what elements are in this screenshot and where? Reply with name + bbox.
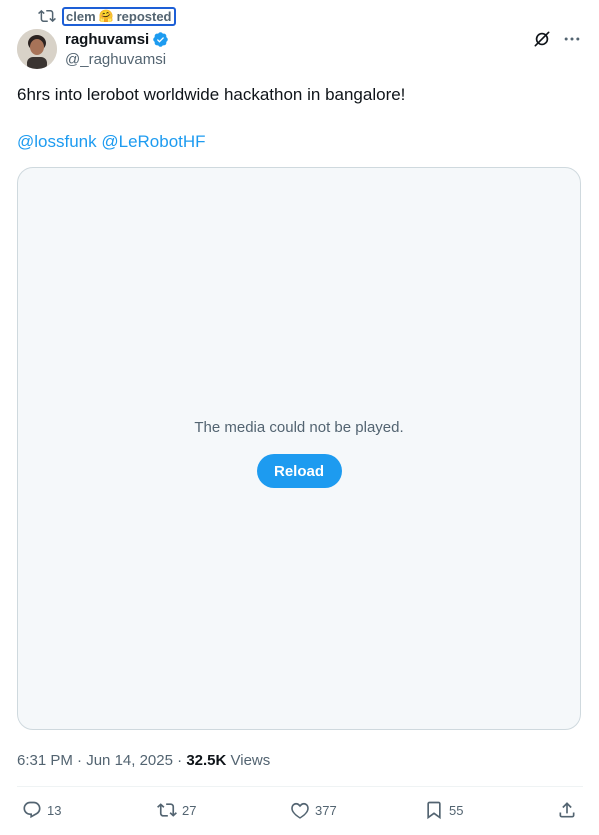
reload-button[interactable]: Reload bbox=[256, 454, 342, 488]
author-name[interactable]: raghuvamsi bbox=[65, 30, 149, 49]
like-button[interactable]: 377 bbox=[290, 800, 337, 820]
bookmark-button[interactable]: 55 bbox=[424, 800, 463, 820]
share-button[interactable] bbox=[557, 800, 577, 820]
like-count: 377 bbox=[315, 802, 337, 818]
retweet-icon bbox=[38, 9, 56, 23]
repost-button[interactable]: 27 bbox=[157, 800, 196, 820]
repost-label[interactable]: clem 🤗 reposted bbox=[62, 6, 176, 26]
bookmark-count: 55 bbox=[449, 802, 464, 818]
verified-badge-icon[interactable] bbox=[152, 31, 169, 48]
reply-button[interactable]: 13 bbox=[22, 800, 61, 820]
media-player[interactable]: The media could not be played. Reload bbox=[17, 167, 581, 730]
tweet-meta: 6:31 PM · Jun 14, 2025 · 32.5K Views bbox=[17, 751, 270, 770]
action-bar: 13 27 377 55 bbox=[0, 800, 599, 824]
bookmark-icon bbox=[427, 801, 441, 820]
reply-icon bbox=[23, 801, 41, 819]
tweet-top-actions bbox=[532, 29, 582, 49]
media-error-message: The media could not be played. bbox=[194, 419, 404, 436]
divider bbox=[17, 786, 583, 787]
retweet-icon bbox=[157, 803, 177, 817]
grok-icon[interactable] bbox=[532, 29, 552, 49]
hugging-face-emoji: 🤗 bbox=[98, 8, 114, 23]
views-label: Views bbox=[230, 752, 271, 769]
tweet-time[interactable]: 6:31 PM bbox=[17, 752, 73, 769]
author-info: raghuvamsi @_raghuvamsi bbox=[65, 30, 169, 69]
views-count: 32.5K bbox=[186, 752, 227, 769]
avatar[interactable] bbox=[17, 29, 57, 69]
like-icon bbox=[291, 802, 309, 819]
more-icon[interactable] bbox=[562, 29, 582, 49]
tweet-text: 6hrs into lerobot worldwide hackathon in… bbox=[17, 85, 406, 104]
author-handle[interactable]: @_raghuvamsi bbox=[65, 50, 169, 69]
tweet-date[interactable]: Jun 14, 2025 bbox=[86, 752, 173, 769]
meta-separator: · bbox=[177, 752, 183, 769]
repost-count: 27 bbox=[182, 802, 197, 818]
mention-lossfunk[interactable]: @lossfunk bbox=[17, 132, 97, 151]
repost-user[interactable]: clem bbox=[66, 9, 96, 24]
avatar-image bbox=[17, 29, 57, 69]
meta-separator: · bbox=[77, 752, 83, 769]
repost-text: reposted bbox=[116, 8, 172, 24]
tweet-mentions: @lossfunk @LeRobotHF bbox=[17, 131, 206, 153]
reply-count: 13 bbox=[47, 802, 62, 818]
repost-indicator[interactable]: clem 🤗 reposted bbox=[38, 6, 176, 26]
share-icon bbox=[559, 802, 575, 818]
mention-lerobothf[interactable]: @LeRobotHF bbox=[101, 132, 205, 151]
